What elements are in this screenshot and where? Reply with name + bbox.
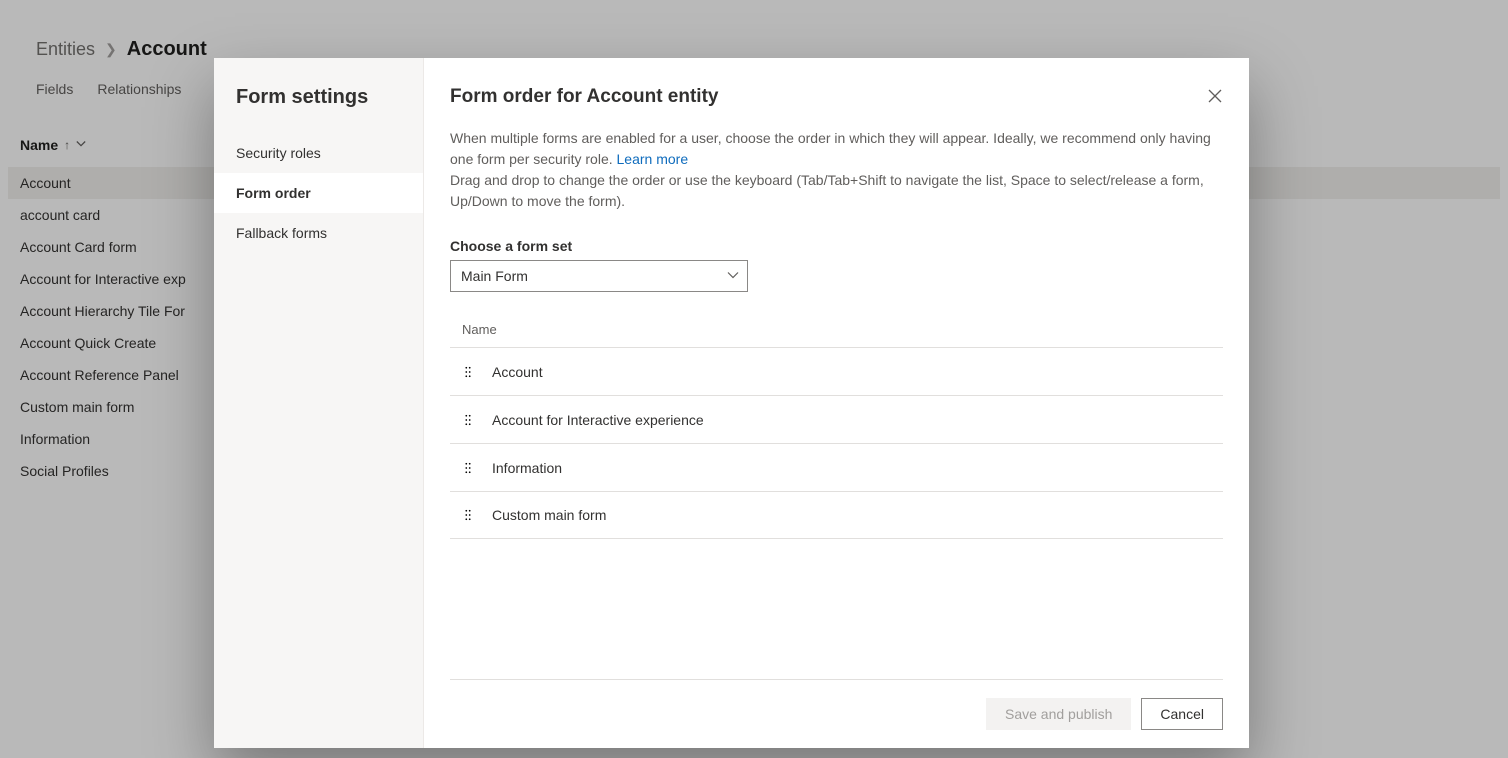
- form-set-label: Choose a form set: [450, 238, 1223, 254]
- form-name: Account: [492, 364, 543, 380]
- form-name: Information: [492, 460, 562, 476]
- drag-handle-icon[interactable]: [462, 366, 474, 378]
- dialog-title: Form order for Account entity: [450, 86, 1223, 108]
- sidebar-item-fallback-forms[interactable]: Fallback forms: [214, 213, 423, 253]
- sidebar-item-form-order[interactable]: Form order: [214, 173, 423, 213]
- table-row[interactable]: Custom main form: [450, 491, 1223, 539]
- desc-line1: When multiple forms are enabled for a us…: [450, 130, 1211, 167]
- desc-line2: Drag and drop to change the order or use…: [450, 172, 1204, 209]
- close-icon: [1208, 89, 1222, 103]
- dialog-footer: Save and publish Cancel: [450, 679, 1223, 730]
- chevron-down-icon: [727, 268, 739, 284]
- drag-handle-icon[interactable]: [462, 414, 474, 426]
- form-set-select[interactable]: Main Form: [450, 260, 748, 292]
- dialog-description: When multiple forms are enabled for a us…: [450, 128, 1220, 212]
- close-button[interactable]: [1199, 80, 1231, 112]
- table-row[interactable]: Account: [450, 347, 1223, 395]
- dialog-pane: Form order for Account entity When multi…: [424, 58, 1249, 748]
- cancel-button[interactable]: Cancel: [1141, 698, 1223, 730]
- form-settings-dialog: Form settings Security roles Form order …: [214, 58, 1249, 748]
- form-order-table: Name Account Account for Interactive exp…: [450, 314, 1223, 539]
- dialog-sidebar: Form settings Security roles Form order …: [214, 58, 424, 748]
- drag-handle-icon[interactable]: [462, 509, 474, 521]
- sidebar-item-security-roles[interactable]: Security roles: [214, 133, 423, 173]
- learn-more-link[interactable]: Learn more: [617, 151, 689, 167]
- drag-handle-icon[interactable]: [462, 462, 474, 474]
- form-name: Account for Interactive experience: [492, 412, 704, 428]
- sidebar-title: Form settings: [236, 86, 401, 109]
- save-and-publish-button[interactable]: Save and publish: [986, 698, 1131, 730]
- table-header-name: Name: [450, 314, 1223, 347]
- form-set-value: Main Form: [461, 268, 528, 284]
- table-row[interactable]: Account for Interactive experience: [450, 395, 1223, 443]
- form-name: Custom main form: [492, 507, 606, 523]
- table-row[interactable]: Information: [450, 443, 1223, 491]
